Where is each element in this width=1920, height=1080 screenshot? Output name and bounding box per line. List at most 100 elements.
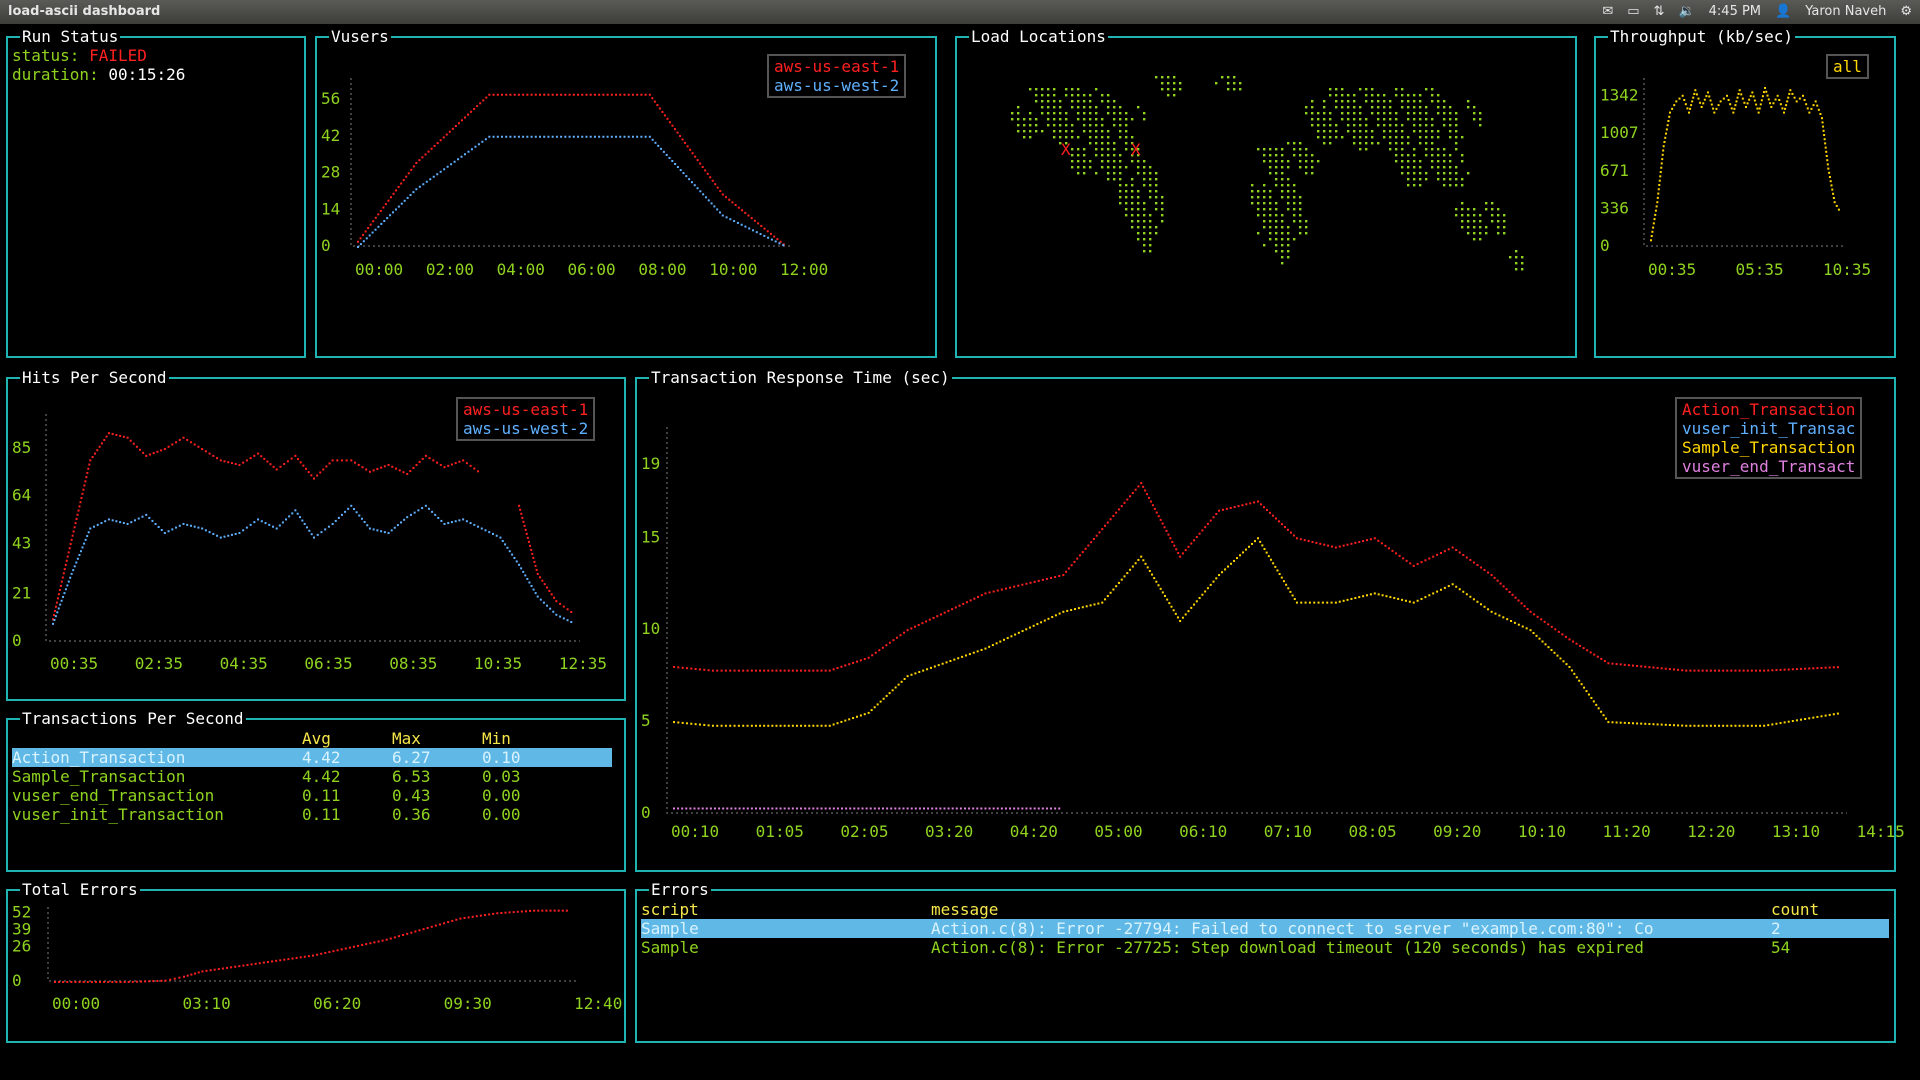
data-point (1267, 555, 1270, 558)
data-point (1224, 568, 1227, 571)
table-row[interactable]: Action_Transaction 4.42 6.27 0.10 (12, 748, 612, 767)
data-point (1212, 580, 1215, 583)
data-point (1627, 664, 1630, 667)
series-line (54, 909, 568, 983)
data-point (711, 179, 714, 182)
volume-icon[interactable]: 🔉 (1678, 3, 1694, 21)
data-point (623, 93, 626, 96)
data-point (402, 934, 405, 937)
data-point (272, 465, 275, 468)
data-point (1104, 598, 1107, 601)
data-point (1585, 690, 1588, 693)
data-point (1045, 807, 1048, 810)
data-point (1129, 495, 1132, 498)
data-point (78, 505, 81, 508)
user-name[interactable]: Yaron Naveh (1805, 3, 1886, 21)
table-row[interactable]: Sample Action.c(8): Error -27794: Failed… (641, 919, 1889, 938)
data-point (368, 527, 371, 530)
data-point (693, 807, 696, 810)
data-point (70, 572, 73, 575)
data-point (709, 807, 712, 810)
data-point (754, 807, 757, 810)
table-row[interactable]: Sample Action.c(8): Error -27725: Step d… (641, 938, 1889, 957)
data-point (1274, 517, 1277, 520)
data-point (1644, 722, 1647, 725)
data-point (1690, 104, 1693, 107)
data-point (535, 568, 538, 571)
table-row[interactable]: vuser_end_Transaction 0.11 0.43 0.00 (12, 786, 612, 805)
data-point (744, 225, 747, 228)
data-point (186, 974, 189, 977)
clock[interactable]: 4:45 PM (1709, 3, 1761, 21)
data-point (1829, 180, 1832, 183)
data-point (421, 156, 424, 159)
data-point (972, 651, 975, 654)
gear-icon[interactable]: ⚙ (1900, 3, 1912, 21)
data-point (1346, 598, 1349, 601)
data-point (1003, 638, 1006, 641)
network-icon[interactable]: ⇅ (1654, 3, 1665, 21)
data-point (694, 155, 697, 158)
x-tick-label: 08:35 (389, 654, 437, 673)
mail-icon[interactable]: ✉ (1602, 3, 1613, 21)
data-point (1554, 628, 1557, 631)
data-point (725, 196, 728, 199)
data-point (316, 953, 319, 956)
data-point (533, 909, 536, 912)
data-point (828, 724, 831, 727)
data-point (340, 459, 343, 462)
data-point (958, 604, 961, 607)
data-point (1295, 537, 1298, 540)
data-point (394, 208, 397, 211)
data-point (763, 227, 766, 230)
data-point (1564, 635, 1567, 638)
data-point (718, 211, 721, 214)
data-point (1730, 724, 1733, 727)
data-point (58, 981, 61, 983)
data-point (524, 574, 527, 577)
table-row[interactable]: vuser_init_Transaction 0.11 0.36 0.00 (12, 805, 612, 824)
data-point (397, 205, 400, 208)
data-point (691, 152, 694, 155)
data-point (515, 560, 518, 563)
data-point (68, 547, 71, 550)
battery-icon[interactable]: ▭ (1627, 3, 1639, 21)
data-point (686, 145, 689, 148)
data-point (249, 457, 252, 460)
data-point (1278, 573, 1281, 576)
data-point (93, 452, 96, 455)
data-point (1678, 97, 1681, 100)
data-point (402, 471, 405, 474)
data-point (1021, 583, 1024, 586)
data-point (906, 807, 909, 810)
data-point (1140, 555, 1143, 558)
data-point (1550, 648, 1553, 651)
data-point (542, 601, 545, 604)
data-point (454, 125, 457, 128)
table-row[interactable]: Sample_Transaction 4.42 6.53 0.03 (12, 767, 612, 786)
data-point (387, 532, 390, 535)
data-point (895, 636, 898, 639)
duration-line: duration: 00:15:26 (12, 65, 185, 84)
data-point (1547, 646, 1550, 649)
data-point (409, 194, 412, 197)
data-point (426, 926, 429, 929)
x-tick-label: 02:05 (840, 822, 888, 841)
data-point (389, 214, 392, 217)
data-point (1814, 100, 1817, 103)
data-point (260, 520, 263, 523)
data-point (396, 524, 399, 527)
data-point (385, 938, 388, 941)
data-point (484, 914, 486, 917)
data-point (673, 128, 676, 131)
data-point (701, 807, 704, 810)
data-point (257, 452, 260, 455)
data-point (467, 916, 470, 919)
duration-value: 00:15:26 (108, 65, 186, 84)
data-point (266, 460, 269, 463)
cell-script: Sample (641, 919, 699, 938)
data-point (1791, 92, 1794, 95)
x-tick-label: 05:35 (1735, 260, 1783, 279)
data-point (1697, 724, 1700, 727)
data-point (1812, 667, 1815, 670)
